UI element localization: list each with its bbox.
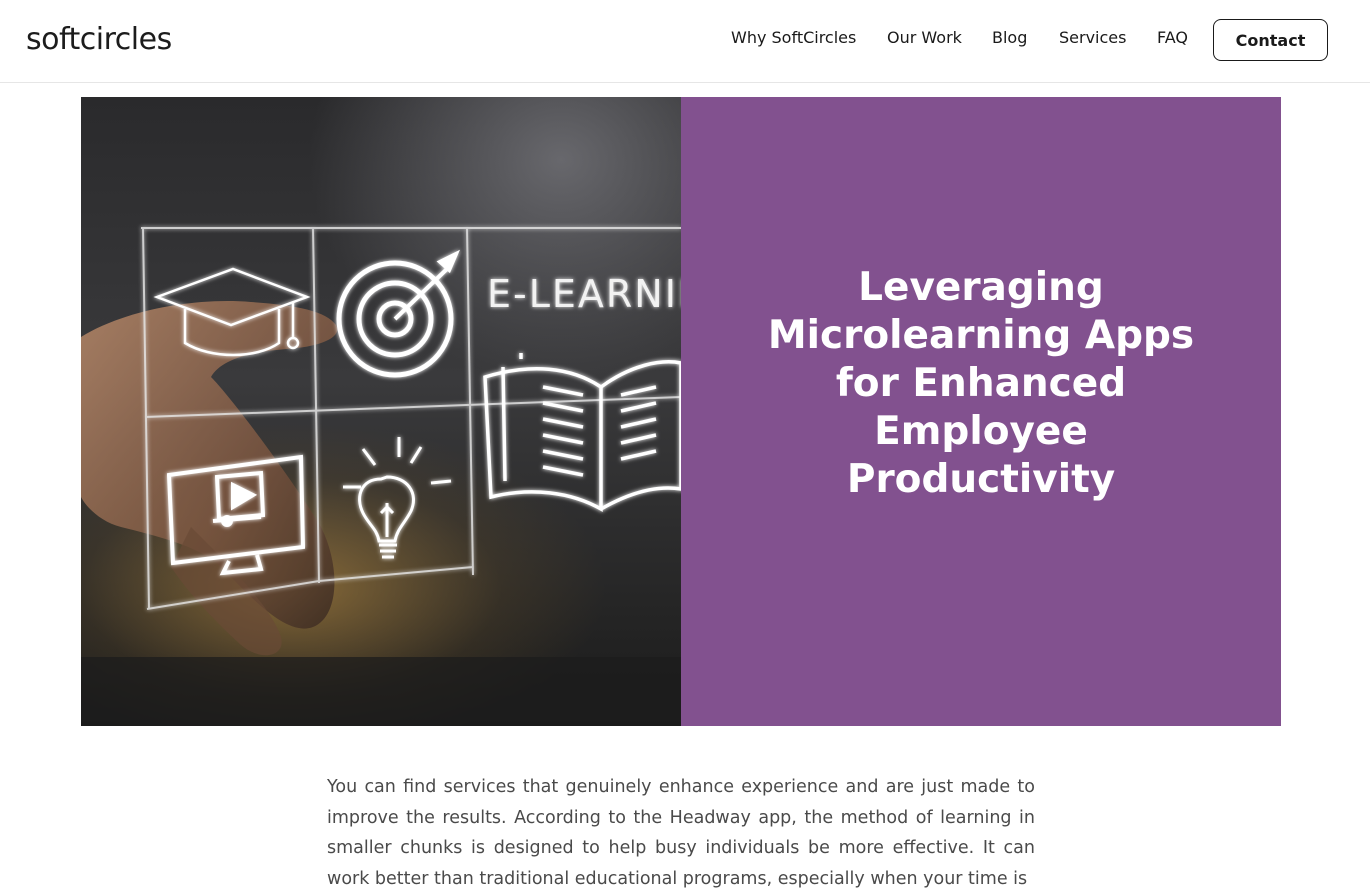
target-icon — [336, 249, 460, 378]
book-icon — [483, 353, 681, 513]
nav-services[interactable]: Services — [1059, 28, 1126, 47]
hero-title-panel: Leveraging Microlearning Apps for Enhanc… — [681, 97, 1281, 726]
site-header: softcircles Why SoftCircles Our Work Blo… — [0, 0, 1370, 83]
light-bulb-icon — [343, 437, 452, 559]
nav-faq[interactable]: FAQ — [1157, 28, 1188, 47]
nav-blog[interactable]: Blog — [992, 28, 1027, 47]
elearning-label: E-LEARNIN — [487, 272, 681, 316]
hero-image: E-LEARNIN — [81, 97, 681, 726]
article-intro-paragraph: You can find services that genuinely enh… — [327, 777, 1035, 890]
elearning-illustration: E-LEARNIN — [81, 227, 681, 726]
nav-our-work[interactable]: Our Work — [887, 28, 962, 47]
contact-button[interactable]: Contact — [1213, 19, 1328, 61]
logo[interactable]: softcircles — [26, 22, 172, 57]
hero-banner: E-LEARNIN — [81, 97, 1281, 726]
nav-why-softcircles[interactable]: Why SoftCircles — [731, 28, 856, 47]
article-title: Leveraging Microlearning Apps for Enhanc… — [767, 264, 1195, 502]
